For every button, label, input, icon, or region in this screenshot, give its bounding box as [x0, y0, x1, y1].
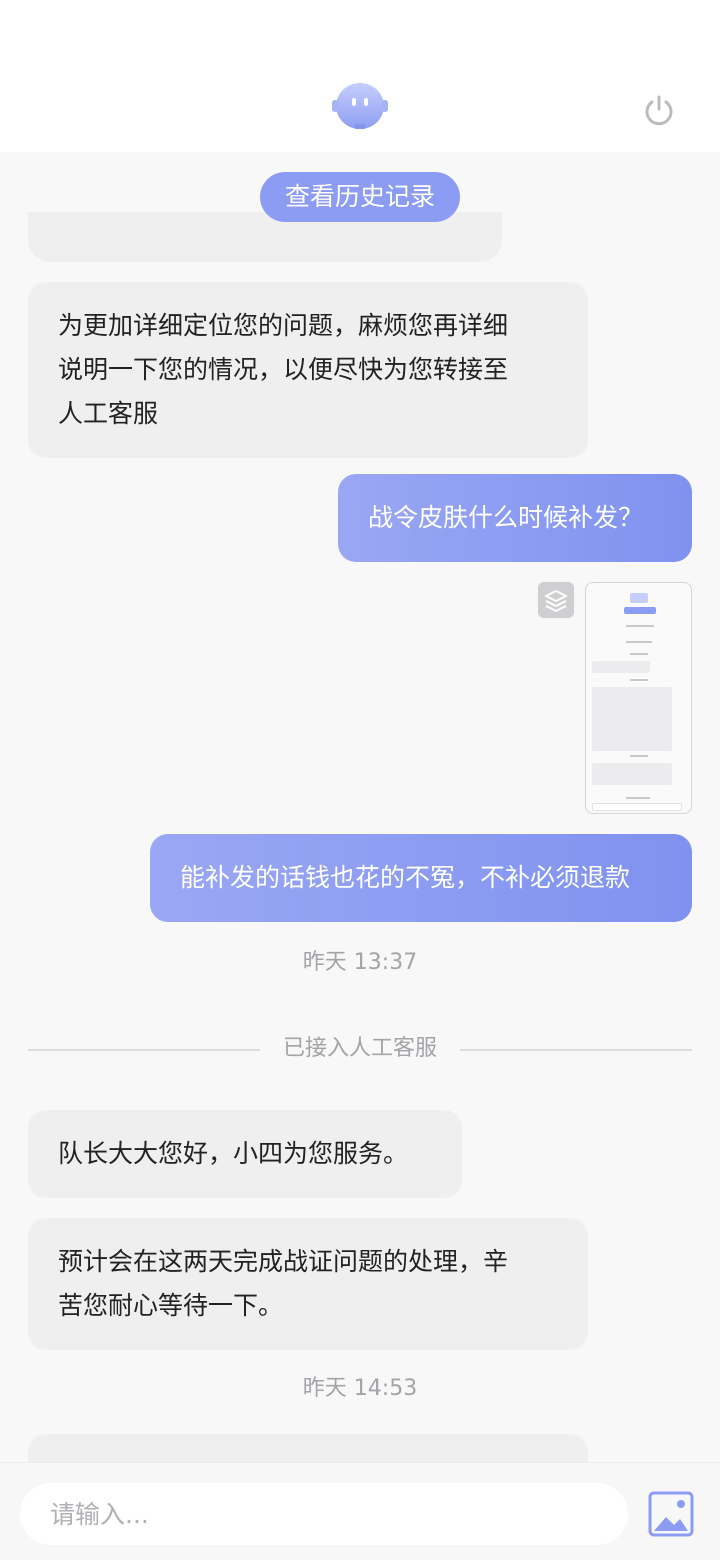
- message-text: 战令皮肤什么时候补发？: [368, 503, 644, 532]
- timestamp: 昨天 14:53: [302, 1376, 418, 1401]
- screenshot-thumbnail[interactable]: [585, 582, 692, 814]
- message-line: 人工客服: [58, 399, 159, 428]
- layers-icon[interactable]: [538, 582, 574, 618]
- agent-joined-divider: 已接入人工客服: [28, 1029, 692, 1069]
- agent-message: 队长大大您好，小四为您服务。: [28, 1110, 462, 1198]
- message-text: 队长大大您好，小四为您服务。: [58, 1139, 409, 1168]
- message-input[interactable]: [20, 1483, 628, 1545]
- message-line: 为更加详细定位您的问题，麻烦您再详细: [58, 311, 509, 340]
- divider-label: 已接入人工客服: [282, 1036, 437, 1061]
- user-message: 战令皮肤什么时候补发？: [338, 474, 692, 562]
- robot-avatar-icon: [332, 83, 388, 129]
- chat-area[interactable]: 查看历史记录 为更加详细定位您的问题，麻烦您再详细 说明一下您的情况，以便尽快为…: [0, 152, 720, 1462]
- agent-message: 预计会在这两天完成战证问题的处理，辛 苦您耐心等待一下。: [28, 1218, 588, 1350]
- user-message: 能补发的话钱也花的不冤，不补必须退款: [150, 834, 692, 922]
- message-line: 预计会在这两天完成战证问题的处理，辛: [58, 1247, 509, 1276]
- timestamp: 昨天 13:37: [302, 950, 418, 975]
- message-line: 苦您耐心等待一下。: [58, 1291, 284, 1320]
- truncated-message: [28, 1434, 588, 1462]
- input-bar: [0, 1462, 720, 1560]
- image-icon[interactable]: [648, 1491, 694, 1537]
- message-text: 能补发的话钱也花的不冤，不补必须退款: [180, 863, 631, 892]
- header-bar: [0, 0, 720, 152]
- view-history-button[interactable]: 查看历史记录: [260, 172, 460, 222]
- bot-message: 为更加详细定位您的问题，麻烦您再详细 说明一下您的情况，以便尽快为您转接至 人工…: [28, 282, 588, 458]
- message-line: 说明一下您的情况，以便尽快为您转接至: [58, 355, 509, 384]
- power-icon[interactable]: [642, 94, 676, 128]
